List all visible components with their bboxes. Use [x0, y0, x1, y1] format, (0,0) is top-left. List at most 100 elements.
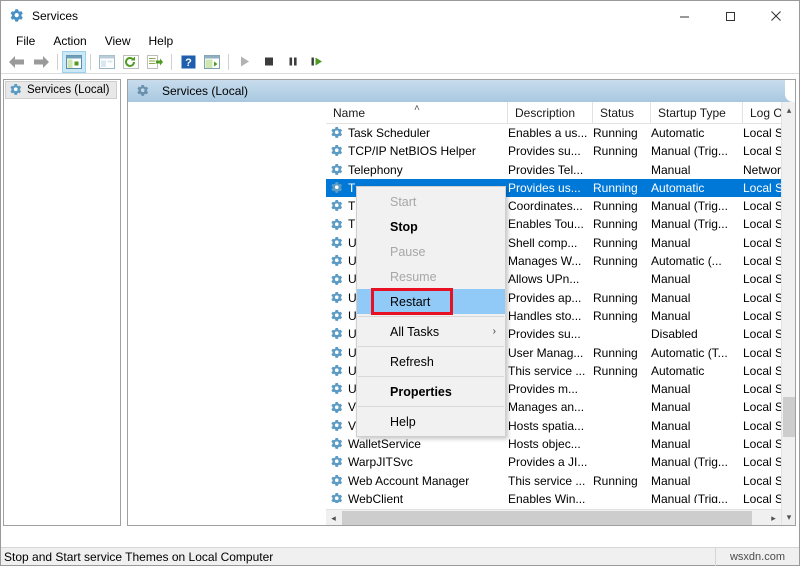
pane-header: Services (Local): [128, 80, 795, 102]
restart-icon: [310, 55, 324, 68]
table-row[interactable]: TCP/IP NetBIOS HelperProvides su...Runni…: [326, 142, 781, 160]
table-row[interactable]: WarpJITSvcProvides a JI...Manual (Trig..…: [326, 453, 781, 471]
cell-log-on: Local Sy: [743, 344, 781, 362]
minimize-button[interactable]: [661, 1, 707, 31]
cell-service-name: U: [330, 344, 357, 362]
menu-file[interactable]: File: [7, 33, 44, 49]
horizontal-scrollbar[interactable]: ◂ ▸: [326, 509, 781, 525]
show-action-pane-button[interactable]: [200, 51, 224, 73]
scroll-up-arrow-icon[interactable]: ▴: [782, 102, 796, 118]
cell-log-on: Local Sy: [743, 398, 781, 416]
service-name-label: WalletService: [348, 435, 421, 453]
service-name-label: Task Scheduler: [348, 124, 430, 142]
cell-service-name: WalletService: [330, 435, 421, 453]
close-button[interactable]: [753, 1, 799, 31]
console-tree-icon: [66, 55, 82, 69]
menu-help[interactable]: Help: [140, 33, 183, 49]
column-header-description[interactable]: Description: [508, 102, 593, 124]
help-button[interactable]: ?: [176, 51, 200, 73]
column-header-startup-type[interactable]: Startup Type: [651, 102, 743, 124]
cell-startup-type: Automatic: [651, 124, 704, 142]
start-service-button[interactable]: [233, 51, 257, 73]
export-list-icon: [147, 55, 163, 69]
table-row[interactable]: TelephonyProvides Tel...ManualNetwor: [326, 161, 781, 179]
cell-status: Running: [593, 307, 638, 325]
show-hide-console-tree-button[interactable]: [62, 51, 86, 73]
menu-item-all-tasks[interactable]: All Tasks ›: [357, 319, 505, 344]
toolbar-separator: [171, 54, 172, 70]
table-row[interactable]: WalletServiceHosts objec...ManualLocal S…: [326, 435, 781, 453]
window-title: Services: [32, 9, 78, 23]
cell-startup-type: Manual: [651, 307, 690, 325]
table-row[interactable]: WebClientEnables Win...Manual (Trig...Lo…: [326, 490, 781, 503]
scroll-down-arrow-icon[interactable]: ▾: [782, 509, 796, 525]
menu-view[interactable]: View: [96, 33, 140, 49]
cell-log-on: Local Se: [743, 417, 781, 435]
restart-service-button[interactable]: [305, 51, 329, 73]
menu-item-label: Properties: [390, 385, 452, 399]
cell-log-on: Local Sy: [743, 435, 781, 453]
menu-item-properties[interactable]: Properties: [357, 379, 505, 404]
service-name-label: WebClient: [348, 490, 403, 503]
horizontal-scrollbar-thumb[interactable]: [342, 511, 752, 525]
cell-service-name: U: [330, 325, 357, 343]
cell-service-name: U: [330, 307, 357, 325]
stop-service-button[interactable]: [257, 51, 281, 73]
cell-log-on: Local Sy: [743, 472, 781, 490]
cell-status: Running: [593, 179, 638, 197]
service-gear-icon: [330, 346, 344, 360]
chevron-right-icon: ›: [493, 326, 496, 337]
refresh-button[interactable]: [119, 51, 143, 73]
sort-ascending-caret: ˄: [414, 103, 420, 114]
maximize-button[interactable]: [707, 1, 753, 31]
service-gear-icon: [330, 455, 344, 469]
menu-separator: [358, 346, 504, 347]
cell-startup-type: Manual: [651, 234, 690, 252]
table-row[interactable]: Task SchedulerEnables a us...RunningAuto…: [326, 124, 781, 142]
cell-startup-type: Manual (Trig...: [651, 215, 728, 233]
service-gear-icon: [330, 492, 344, 503]
table-row[interactable]: Web Account ManagerThis service ...Runni…: [326, 472, 781, 490]
service-gear-icon: [330, 327, 344, 341]
sidebar-item-label: Services (Local): [27, 84, 109, 96]
cell-log-on: Local Sy: [743, 380, 781, 398]
scroll-left-arrow-icon[interactable]: ◂: [326, 510, 341, 526]
cell-startup-type: Manual: [651, 289, 690, 307]
pause-service-button[interactable]: [281, 51, 305, 73]
cell-description: This service ...: [508, 362, 585, 380]
cell-status: Running: [593, 252, 638, 270]
scroll-right-arrow-icon[interactable]: ▸: [766, 510, 781, 526]
column-header-status[interactable]: Status: [593, 102, 651, 124]
refresh-green-icon: [123, 55, 139, 69]
back-button[interactable]: [5, 51, 29, 73]
menu-item-help[interactable]: Help: [357, 409, 505, 434]
arrow-right-icon: [32, 55, 50, 69]
cell-status: Running: [593, 142, 638, 160]
forward-button[interactable]: [29, 51, 53, 73]
vertical-scrollbar[interactable]: ▴ ▾: [781, 102, 795, 525]
cell-service-name: Web Account Manager: [330, 472, 469, 490]
window-controls: [661, 1, 799, 31]
menu-item-restart[interactable]: Restart: [357, 289, 505, 314]
cell-status: Running: [593, 197, 638, 215]
cell-description: Enables Win...: [508, 490, 585, 503]
close-icon: [770, 10, 782, 22]
context-menu: StartStopPauseResumeRestartAll Tasks›Ref…: [356, 186, 506, 437]
menu-item-stop[interactable]: Stop: [357, 214, 505, 239]
export-list-button[interactable]: [143, 51, 167, 73]
properties-button[interactable]: [95, 51, 119, 73]
column-header-name[interactable]: Name ˄: [326, 102, 508, 124]
column-header-log-on[interactable]: Log On: [743, 102, 781, 124]
service-name-label: TCP/IP NetBIOS Helper: [348, 142, 476, 160]
menu-item-label: All Tasks: [390, 325, 439, 339]
vertical-scrollbar-thumb[interactable]: [783, 397, 795, 437]
menu-action[interactable]: Action: [44, 33, 95, 49]
service-name-label: T: [348, 197, 355, 215]
sidebar-item-services-local[interactable]: Services (Local): [5, 81, 117, 99]
stop-square-icon: [263, 55, 275, 68]
cell-service-name: TCP/IP NetBIOS Helper: [330, 142, 476, 160]
cell-description: Shell comp...: [508, 234, 577, 252]
menu-separator: [358, 316, 504, 317]
cell-startup-type: Automatic: [651, 362, 704, 380]
menu-item-refresh[interactable]: Refresh: [357, 349, 505, 374]
